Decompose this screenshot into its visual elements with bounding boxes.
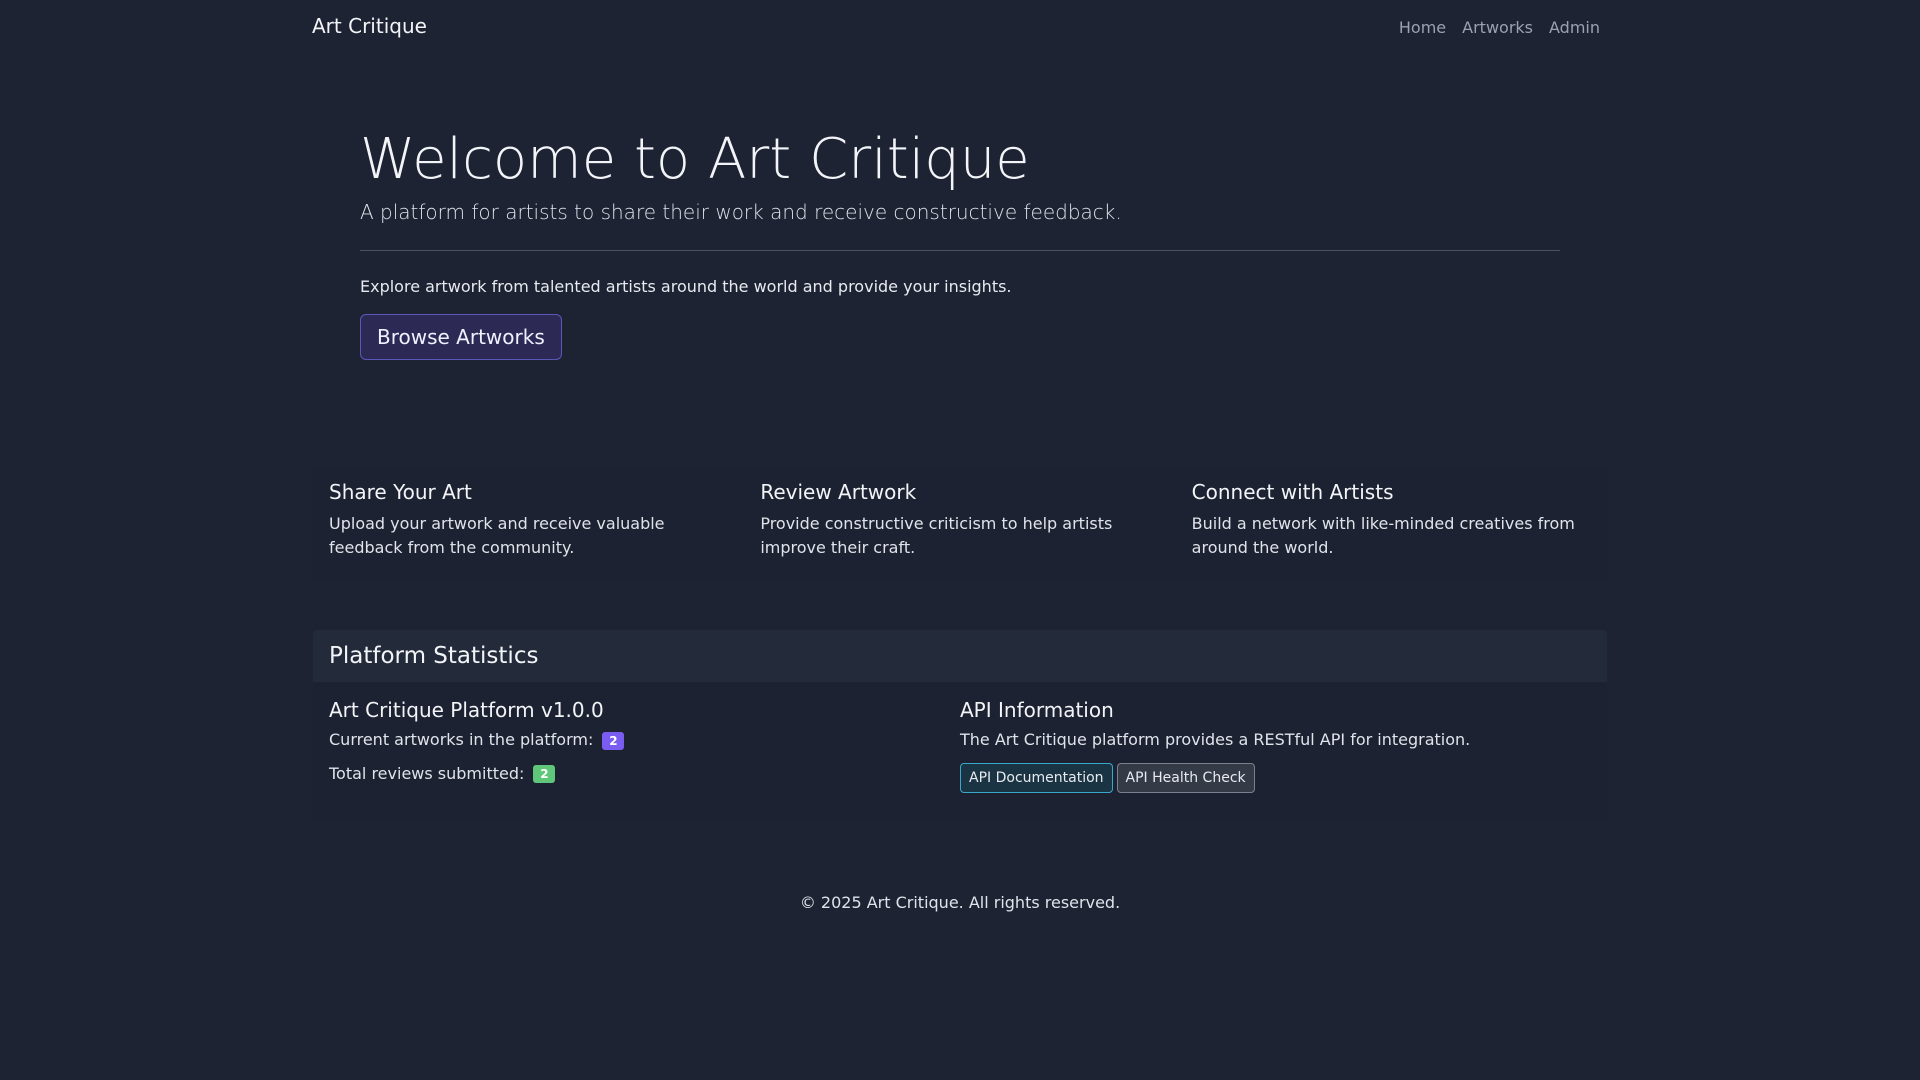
api-info: API Information The Art Critique platfor… (960, 698, 1591, 797)
stats-header: Platform Statistics (313, 630, 1607, 682)
stats-title: Platform Statistics (329, 643, 539, 669)
hero-section: Welcome to Art Critique A platform for a… (360, 127, 1560, 361)
feature-text: Upload your artwork and receive valuable… (329, 514, 665, 557)
brand-link[interactable]: Art Critique (312, 14, 427, 38)
navbar: Art Critique Home Artworks Admin (0, 0, 1920, 56)
feature-text: Build a network with like-minded creativ… (1191, 514, 1575, 557)
feature-title: Share Your Art (329, 480, 472, 504)
footer: © 2025 Art Critique. All rights reserved… (0, 893, 1920, 912)
nav-link-artworks[interactable]: Artworks (1462, 18, 1533, 37)
api-info-title: API Information (960, 698, 1114, 722)
browse-artworks-button[interactable]: Browse Artworks (360, 314, 562, 361)
feature-title: Connect with Artists (1191, 480, 1394, 504)
api-info-text: The Art Critique platform provides a RES… (960, 730, 1471, 749)
api-button-group: API Documentation API Health Check (960, 763, 1591, 793)
feature-review: Review Artwork Provide constructive crit… (744, 466, 1175, 580)
feature-share: Share Your Art Upload your artwork and r… (313, 466, 744, 580)
features-row: Share Your Art Upload your artwork and r… (313, 466, 1607, 580)
feature-title: Review Artwork (760, 480, 917, 504)
artworks-count-badge: 2 (602, 731, 625, 750)
platform-version-title: Art Critique Platform v1.0.0 (329, 698, 604, 722)
feature-text: Provide constructive criticism to help a… (760, 514, 1113, 557)
api-documentation-button[interactable]: API Documentation (960, 763, 1113, 793)
nav-links: Home Artworks Admin (1399, 18, 1600, 37)
hero-lead: A platform for artists to share their wo… (360, 200, 1122, 225)
stats-body: Art Critique Platform v1.0.0 Current art… (313, 682, 1607, 813)
feature-connect: Connect with Artists Build a network wit… (1176, 466, 1607, 580)
footer-copyright: © 2025 Art Critique. All rights reserved… (799, 893, 1121, 912)
artworks-count-line: Current artworks in the platform: 2 (329, 730, 960, 750)
nav-link-home[interactable]: Home (1399, 18, 1446, 37)
platform-info: Art Critique Platform v1.0.0 Current art… (329, 698, 960, 797)
reviews-count-badge: 2 (533, 765, 556, 783)
reviews-count-label: Total reviews submitted: (329, 763, 525, 783)
nav-link-admin[interactable]: Admin (1549, 18, 1600, 37)
platform-statistics-card: Platform Statistics Art Critique Platfor… (313, 630, 1607, 822)
hero-text: Explore artwork from talented artists ar… (360, 277, 1012, 297)
hero-divider (360, 250, 1560, 252)
api-health-check-button[interactable]: API Health Check (1116, 763, 1255, 793)
artworks-count-label: Current artworks in the platform: (329, 730, 594, 749)
hero-title: Welcome to Art Critique (360, 127, 1030, 192)
reviews-count-line: Total reviews submitted: 2 (329, 763, 960, 783)
